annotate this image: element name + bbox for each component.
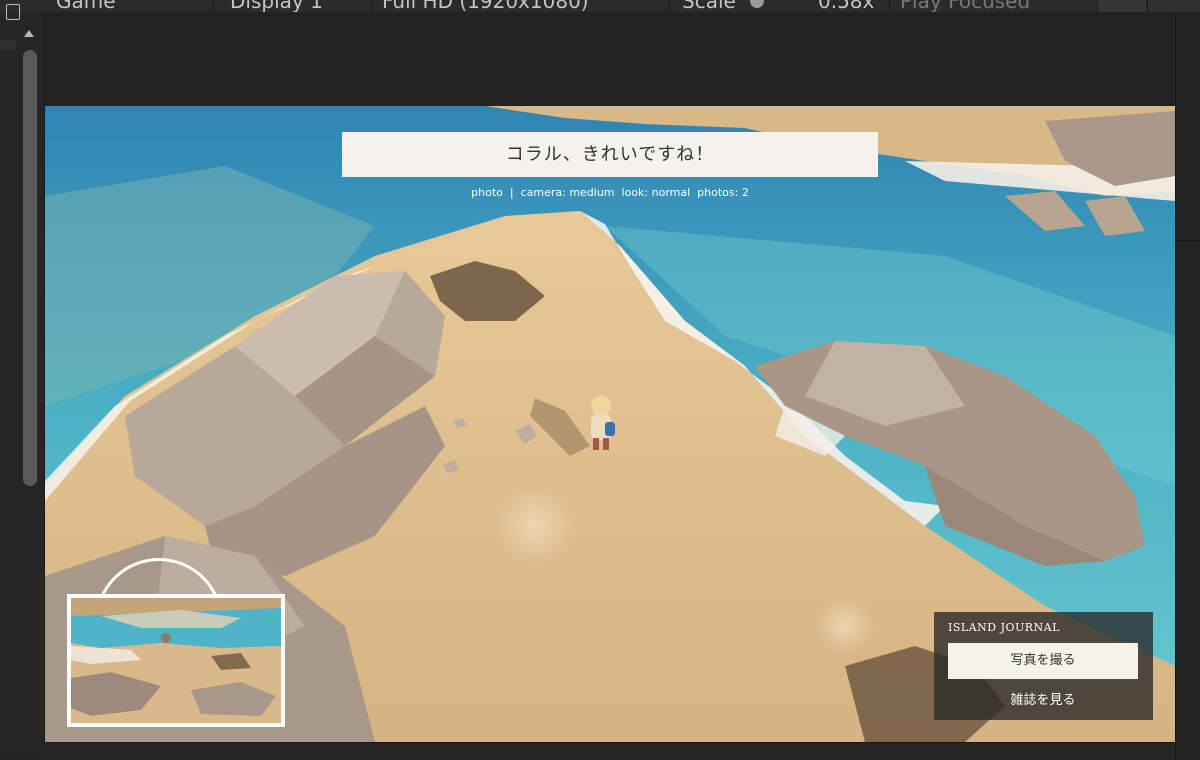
vertical-scrollbar[interactable] xyxy=(23,50,37,486)
take-photo-button[interactable]: 写真を撮る xyxy=(948,643,1138,679)
stats-button[interactable] xyxy=(1097,0,1146,12)
debug-photos: photos: 2 xyxy=(697,186,749,199)
toolbar-divider xyxy=(372,0,373,12)
debug-look: look: normal xyxy=(621,186,691,199)
dialogue-box: コラル、きれいですね！ xyxy=(342,132,878,177)
scroll-up-arrow-icon[interactable] xyxy=(24,30,34,37)
play-focused-dropdown[interactable]: Play Focused xyxy=(900,0,1030,12)
lock-icon[interactable] xyxy=(6,4,20,20)
photo-thumbnail[interactable] xyxy=(67,594,285,727)
view-journal-button[interactable]: 雑誌を見る xyxy=(948,688,1138,714)
debug-info: photo | camera: medium look: normal phot… xyxy=(471,186,749,199)
resolution-dropdown[interactable]: Full HD (1920x1080) xyxy=(382,0,589,12)
scale-slider-handle[interactable] xyxy=(750,0,764,8)
panel-divider xyxy=(1176,240,1200,241)
thumbnail-scene xyxy=(71,598,281,723)
toolbar-divider xyxy=(889,0,890,12)
island-journal-panel: ISLAND JOURNAL 写真を撮る 雑誌を見る xyxy=(934,612,1153,720)
scale-value: 0.58x xyxy=(818,0,875,12)
panel-tab xyxy=(0,40,16,50)
debug-photo: photo xyxy=(471,186,503,199)
debug-camera: camera: medium xyxy=(520,186,615,199)
editor-toolbar: Game Display 1 Full HD (1920x1080) Scale… xyxy=(0,0,1200,12)
light-glow xyxy=(815,596,875,656)
light-glow xyxy=(495,486,575,566)
gizmos-button[interactable] xyxy=(1147,0,1200,12)
scale-label: Scale xyxy=(682,0,736,12)
game-tab[interactable]: Game xyxy=(56,0,116,12)
display-dropdown[interactable]: Display 1 xyxy=(230,0,323,12)
bottom-panel xyxy=(44,742,1175,760)
game-viewport[interactable]: コラル、きれいですね！ photo | camera: medium look:… xyxy=(45,106,1175,742)
right-panel xyxy=(1175,12,1200,759)
left-panel xyxy=(0,4,45,759)
toolbar-divider xyxy=(213,0,214,12)
toolbar-divider xyxy=(669,0,670,12)
journal-title: ISLAND JOURNAL xyxy=(948,621,1060,634)
